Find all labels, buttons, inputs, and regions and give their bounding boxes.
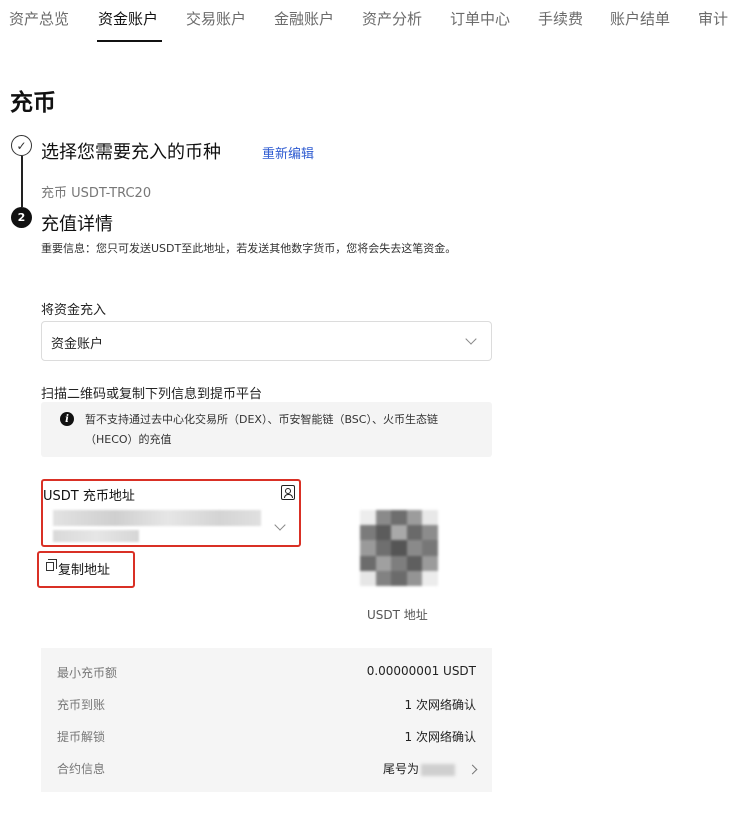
step-connector — [21, 156, 23, 207]
deposit-address-label: USDT 充币地址 — [43, 489, 135, 504]
detail-value: 1 次网络确认 — [404, 698, 476, 712]
chevron-right-icon — [467, 764, 478, 775]
detail-value: 1 次网络确认 — [404, 730, 476, 744]
detail-key: 提币解锁 — [57, 730, 106, 744]
account-tabs: 资产总览 资金账户 交易账户 金融账户 资产分析 订单中心 手续费 账户结单 审… — [0, 0, 737, 42]
tab-fees[interactable]: 手续费 — [538, 8, 583, 29]
deposit-to-label: 将资金充入 — [41, 303, 107, 318]
tab-order-center[interactable]: 订单中心 — [450, 8, 510, 29]
tab-finance-account[interactable]: 金融账户 — [274, 8, 334, 29]
chevron-down-icon — [465, 333, 477, 345]
detail-value: 0.00000001 USDT — [366, 664, 476, 678]
step1-title: 选择您需要充入的币种 — [41, 142, 221, 163]
active-tab-indicator — [97, 40, 162, 42]
detail-key: 充币到账 — [57, 698, 106, 712]
copy-address-label: 复制地址 — [58, 563, 111, 578]
step2-title: 充值详情 — [41, 214, 113, 235]
contract-info-value: 尾号为 — [382, 760, 478, 777]
tab-statements[interactable]: 账户结单 — [610, 8, 670, 29]
deposit-account-select[interactable]: 资金账户 — [41, 321, 492, 361]
deposit-qr-code — [360, 510, 438, 586]
detail-key: 最小充币额 — [57, 666, 118, 680]
expand-address-chevron-icon[interactable] — [274, 519, 286, 531]
detail-row: 提币解锁 1 次网络确认 — [41, 728, 492, 748]
contract-info-row[interactable]: 合约信息 尾号为 — [41, 760, 492, 780]
detail-key: 合约信息 — [57, 762, 106, 776]
tab-asset-analysis[interactable]: 资产分析 — [362, 8, 422, 29]
copy-icon — [46, 559, 57, 571]
dex-warning-box: i 暂不支持通过去中心化交易所（DEX）、币安智能链（BSC）、火币生态链（HE… — [41, 402, 492, 457]
deposit-details-panel: 最小充币额 0.00000001 USDT 充币到账 1 次网络确认 提币解锁 … — [41, 648, 492, 792]
qr-code-label: USDT 地址 — [367, 608, 428, 622]
detail-row: 充币到账 1 次网络确认 — [41, 696, 492, 716]
tab-audit[interactable]: 审计 — [698, 8, 728, 29]
contract-suffix-redacted — [421, 763, 455, 776]
tab-trading-account[interactable]: 交易账户 — [186, 8, 246, 29]
deposit-account-value: 资金账户 — [51, 337, 104, 352]
tab-asset-overview[interactable]: 资产总览 — [9, 8, 69, 29]
deposit-address-redacted — [53, 510, 261, 526]
deposit-address-box: USDT 充币地址 — [41, 479, 301, 547]
page-title: 充币 — [10, 90, 56, 116]
info-icon: i — [60, 412, 74, 426]
scan-instruction-label: 扫描二维码或复制下列信息到提币平台 — [41, 387, 263, 402]
step2-number: 2 — [11, 207, 32, 228]
detail-row: 最小充币额 0.00000001 USDT — [41, 664, 492, 684]
tab-funding-account[interactable]: 资金账户 — [98, 8, 158, 29]
copy-address-button[interactable]: 复制地址 — [37, 551, 135, 588]
reedit-link[interactable]: 重新编辑 — [262, 143, 314, 162]
contract-suffix-label: 尾号为 — [382, 762, 419, 776]
selected-coin: 充币 USDT-TRC20 — [41, 186, 152, 201]
dex-warning-text: 暂不支持通过去中心化交易所（DEX）、币安智能链（BSC）、火币生态链（HECO… — [85, 413, 438, 446]
deposit-address-redacted-line2 — [53, 530, 139, 542]
important-notice: 重要信息：您只可发送USDT至此地址，若发送其他数字货币，您将会失去这笔资金。 — [41, 242, 457, 255]
step-complete-check-icon: ✓ — [11, 135, 32, 156]
address-book-icon[interactable] — [281, 485, 295, 500]
